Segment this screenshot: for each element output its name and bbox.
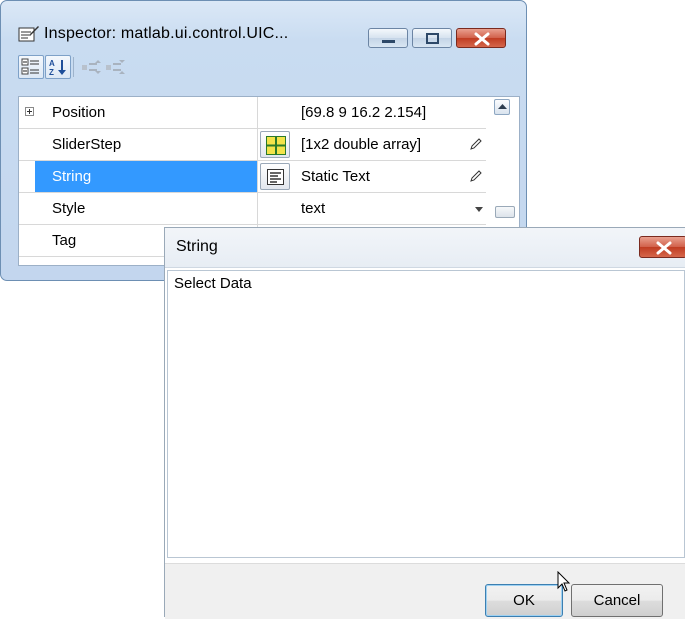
- ok-button[interactable]: OK: [485, 584, 563, 617]
- property-value[interactable]: text: [301, 193, 486, 224]
- property-name: Style: [52, 200, 86, 217]
- string-dialog: String Select Data OK Cancel: [164, 227, 685, 619]
- property-name: String: [35, 161, 257, 192]
- property-inspector-icon: [18, 26, 39, 42]
- maximize-button[interactable]: [412, 28, 452, 48]
- property-name: SliderStep: [52, 136, 122, 153]
- cancel-button[interactable]: Cancel: [571, 584, 663, 617]
- property-value[interactable]: Static Text: [301, 161, 486, 192]
- expand-all-icon[interactable]: [81, 58, 103, 76]
- column-divider: [257, 161, 258, 192]
- window-title: Inspector: matlab.ui.control.UIC...: [44, 25, 289, 42]
- dialog-title: String: [176, 238, 218, 255]
- categorized-view-button[interactable]: [18, 55, 44, 79]
- string-text-area[interactable]: Select Data: [167, 270, 685, 558]
- sort-alphabetical-button[interactable]: A Z: [45, 55, 71, 79]
- array-editor-button[interactable]: [260, 131, 290, 158]
- dropdown-arrow-icon[interactable]: [474, 205, 484, 213]
- column-divider: [257, 193, 258, 224]
- close-icon: [656, 241, 672, 255]
- close-button[interactable]: [456, 28, 506, 48]
- inspector-titlebar[interactable]: Inspector: matlab.ui.control.UIC...: [1, 1, 526, 48]
- property-row-position[interactable]: Position [69.8 9 16.2 2.154]: [19, 97, 486, 129]
- property-row-style[interactable]: Style text: [19, 193, 486, 225]
- dialog-footer: OK Cancel: [165, 563, 685, 619]
- minimize-button[interactable]: [368, 28, 408, 48]
- svg-text:Z: Z: [49, 68, 54, 76]
- property-value[interactable]: [69.8 9 16.2 2.154]: [301, 97, 486, 128]
- close-icon: [474, 32, 490, 46]
- mouse-cursor-icon: [557, 571, 571, 592]
- expand-toggle-icon[interactable]: [25, 107, 34, 116]
- categorized-view-icon: [21, 58, 39, 75]
- scroll-up-button[interactable]: [494, 99, 510, 115]
- property-value[interactable]: [1x2 double array]: [301, 129, 486, 160]
- column-divider: [257, 129, 258, 160]
- array-editor-icon: [266, 136, 286, 155]
- column-divider: [257, 97, 258, 128]
- property-name: Position: [52, 104, 106, 121]
- minimize-icon: [382, 40, 395, 43]
- property-row-sliderstep[interactable]: SliderStep [1x2 double array]: [19, 129, 486, 161]
- toolbar-separator: [73, 57, 74, 77]
- maximize-icon: [426, 33, 439, 44]
- pencil-icon[interactable]: [470, 138, 482, 150]
- svg-text:A: A: [49, 59, 55, 68]
- text-editor-button[interactable]: [260, 163, 290, 190]
- dialog-titlebar[interactable]: String: [165, 228, 685, 268]
- collapse-all-icon[interactable]: [105, 58, 127, 76]
- text-editor-icon: [267, 169, 284, 185]
- scrollbar-thumb[interactable]: [495, 206, 515, 218]
- scroll-up-icon: [498, 104, 507, 109]
- pencil-icon[interactable]: [470, 170, 482, 182]
- property-row-string[interactable]: String Static Text: [19, 161, 486, 193]
- sort-alphabetical-icon: A Z: [49, 59, 66, 76]
- inspector-toolbar: A Z: [18, 55, 518, 83]
- dialog-close-button[interactable]: [639, 236, 685, 258]
